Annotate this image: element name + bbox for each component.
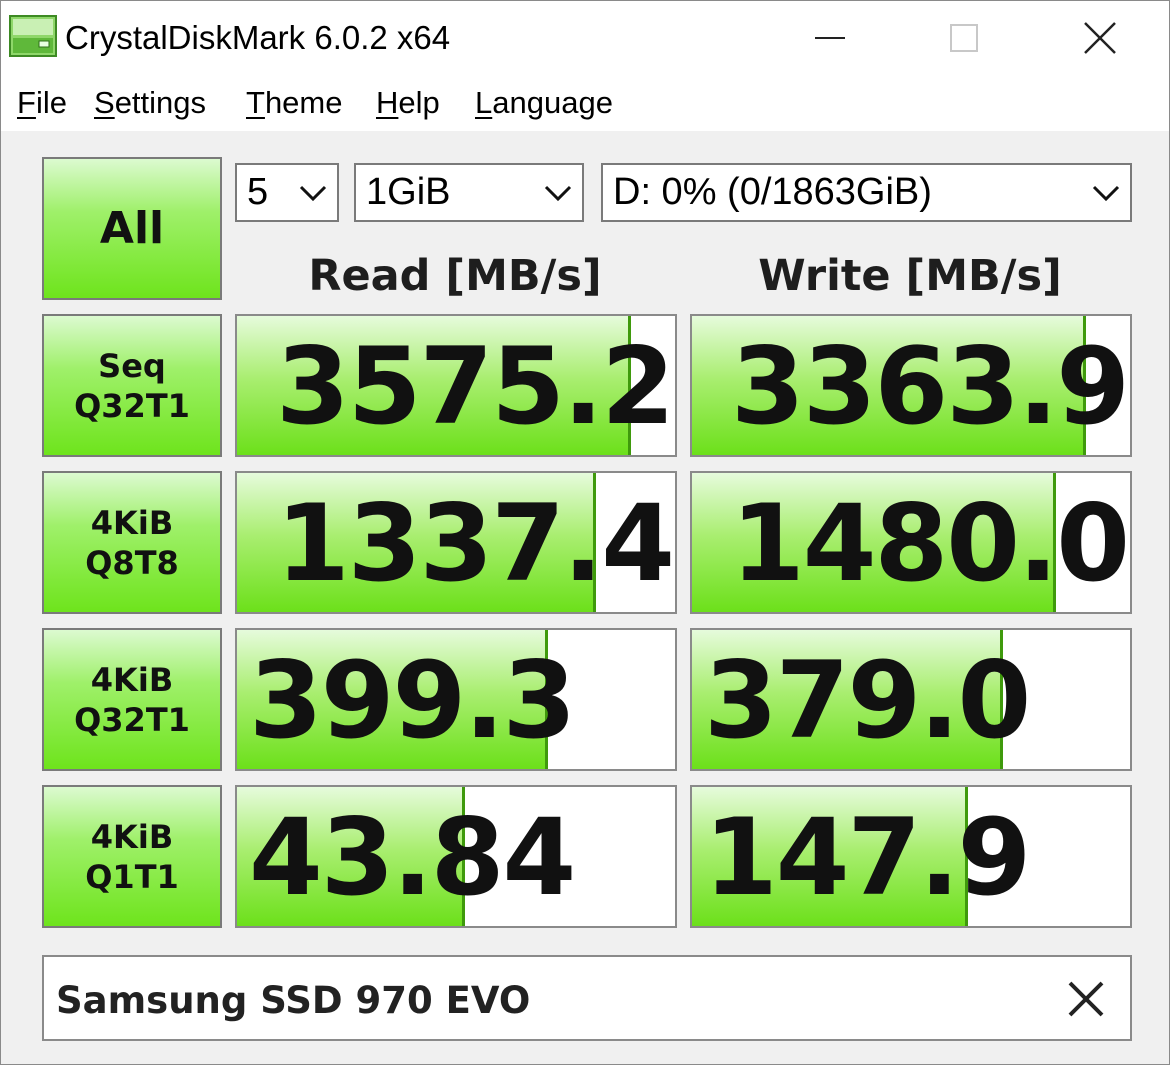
maximize-button[interactable] xyxy=(895,1,1033,75)
read-result-4kib-q32t1: 399.3 xyxy=(235,628,677,771)
write-result-4kib-q32t1: 379.0 xyxy=(690,628,1132,771)
menu-theme[interactable]: Theme xyxy=(246,85,342,121)
menu-theme-label: heme xyxy=(264,85,343,120)
seq-q32t1-button[interactable]: Seq Q32T1 xyxy=(42,314,222,457)
menu-help[interactable]: Help xyxy=(376,85,440,121)
menu-file-mnemonic: F xyxy=(17,85,36,120)
write-header: Write [MB/s] xyxy=(758,251,1062,301)
all-button-label: All xyxy=(99,203,165,254)
test-size-value: 1GiB xyxy=(366,171,451,213)
minimize-icon xyxy=(815,37,845,39)
menu-help-label: elp xyxy=(398,85,440,120)
test-count-select[interactable]: 5 xyxy=(235,163,339,222)
menu-settings[interactable]: Settings xyxy=(94,85,206,121)
menu-language-label: anguage xyxy=(492,85,613,120)
4kib-q32t1-button[interactable]: 4KiB Q32T1 xyxy=(42,628,222,771)
write-value: 379.0 xyxy=(704,639,1031,762)
row-label-line2: Q32T1 xyxy=(74,386,190,425)
row-label-line1: 4KiB xyxy=(90,503,174,542)
row-label-line2: Q1T1 xyxy=(85,857,179,896)
chevron-down-icon xyxy=(1092,185,1120,202)
comment-text: Samsung SSD 970 EVO xyxy=(56,979,531,1022)
test-count-value: 5 xyxy=(247,171,269,213)
clear-comment-icon[interactable] xyxy=(1064,977,1108,1021)
row-label-line1: Seq xyxy=(98,346,166,385)
row-label-line1: 4KiB xyxy=(90,817,174,856)
4kib-q1t1-button[interactable]: 4KiB Q1T1 xyxy=(42,785,222,928)
write-result-4kib-q1t1: 147.9 xyxy=(690,785,1132,928)
write-value: 3363.9 xyxy=(730,325,1130,448)
read-header: Read [MB/s] xyxy=(308,251,602,301)
read-value: 43.84 xyxy=(249,796,576,919)
menu-language-mnemonic: L xyxy=(475,85,493,120)
read-result-4kib-q1t1: 43.84 xyxy=(235,785,677,928)
all-button[interactable]: All xyxy=(42,157,222,300)
close-icon xyxy=(1084,22,1116,54)
row-label-line1: 4KiB xyxy=(90,660,174,699)
app-window: CrystalDiskMark 6.0.2 x64 File Settings … xyxy=(0,0,1170,1065)
comment-field[interactable]: Samsung SSD 970 EVO xyxy=(42,955,1132,1041)
write-value: 147.9 xyxy=(704,796,1031,919)
menu-settings-mnemonic: S xyxy=(94,85,115,120)
read-value: 1337.4 xyxy=(275,482,675,605)
menu-help-mnemonic: H xyxy=(376,85,399,120)
row-label-line2: Q8T8 xyxy=(85,543,179,582)
drive-value: D: 0% (0/1863GiB) xyxy=(613,171,932,213)
4kib-q8t8-button[interactable]: 4KiB Q8T8 xyxy=(42,471,222,614)
read-result-seq-q32t1: 3575.2 xyxy=(235,314,677,457)
row-label-line2: Q32T1 xyxy=(74,700,190,739)
minimize-button[interactable] xyxy=(761,1,899,75)
maximize-icon xyxy=(950,24,978,52)
menu-file[interactable]: File xyxy=(17,85,67,121)
menu-language[interactable]: Language xyxy=(475,85,613,121)
read-value: 3575.2 xyxy=(275,325,675,448)
read-result-4kib-q8t8: 1337.4 xyxy=(235,471,677,614)
write-result-4kib-q8t8: 1480.0 xyxy=(690,471,1132,614)
chevron-down-icon xyxy=(299,185,327,202)
write-value: 1480.0 xyxy=(730,482,1130,605)
window-title: CrystalDiskMark 6.0.2 x64 xyxy=(65,19,451,56)
menu-theme-mnemonic: T xyxy=(246,85,265,120)
menu-bar: File Settings Theme Help Language xyxy=(1,75,1169,131)
drive-select[interactable]: D: 0% (0/1863GiB) xyxy=(601,163,1132,222)
disk-icon xyxy=(9,15,57,57)
read-value: 399.3 xyxy=(249,639,576,762)
title-bar[interactable]: CrystalDiskMark 6.0.2 x64 xyxy=(1,1,1169,75)
test-size-select[interactable]: 1GiB xyxy=(354,163,584,222)
chevron-down-icon xyxy=(544,185,572,202)
main-panel: All 5 1GiB D: 0% (0/1863GiB) Read [MB/s]… xyxy=(1,131,1169,1064)
write-result-seq-q32t1: 3363.9 xyxy=(690,314,1132,457)
close-button[interactable] xyxy=(1031,1,1169,75)
menu-settings-label: ettings xyxy=(114,85,207,120)
menu-file-label: ile xyxy=(35,85,67,120)
